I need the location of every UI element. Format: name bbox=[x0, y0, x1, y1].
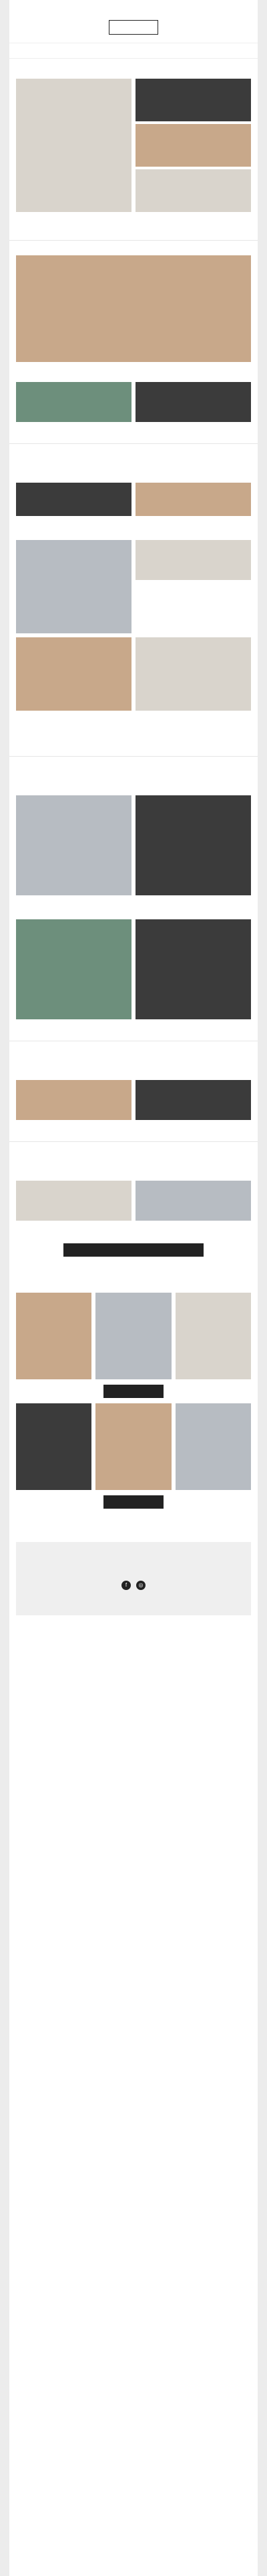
contact-hours bbox=[23, 1570, 244, 1575]
hero-model-image[interactable] bbox=[16, 79, 131, 212]
footer-link[interactable] bbox=[19, 1519, 248, 1525]
model-image[interactable] bbox=[16, 919, 131, 1019]
footer-link[interactable] bbox=[19, 1525, 248, 1530]
product-caption bbox=[136, 580, 251, 597]
men-cta-button[interactable] bbox=[103, 1495, 164, 1509]
facebook-icon[interactable]: f bbox=[121, 1581, 131, 1590]
section-intro bbox=[9, 459, 258, 483]
section-intro bbox=[9, 1056, 258, 1080]
product-caption bbox=[9, 895, 258, 919]
shoe-image[interactable] bbox=[136, 169, 251, 212]
product-caption bbox=[9, 728, 258, 752]
browser-view-link[interactable] bbox=[9, 0, 258, 12]
section-heading bbox=[9, 443, 258, 459]
legal-line[interactable] bbox=[19, 1642, 248, 1647]
product-image[interactable] bbox=[16, 382, 131, 422]
product-image[interactable] bbox=[16, 637, 131, 711]
section-intro bbox=[9, 1157, 258, 1181]
product-image[interactable] bbox=[16, 1181, 131, 1221]
shoe-image[interactable] bbox=[136, 124, 251, 167]
product-caption bbox=[16, 1221, 131, 1238]
women-cta-button[interactable] bbox=[103, 1385, 164, 1398]
newsletter-page: f ◎ bbox=[9, 0, 258, 2576]
section-intro bbox=[9, 771, 258, 795]
legal-line bbox=[19, 1631, 248, 1637]
product-caption bbox=[136, 1120, 251, 1137]
legal-line bbox=[19, 1626, 248, 1631]
logo-wordmark bbox=[109, 20, 158, 35]
shoe-image[interactable] bbox=[136, 79, 251, 121]
instagram-icon[interactable]: ◎ bbox=[136, 1581, 146, 1590]
fashion-image[interactable] bbox=[95, 1403, 172, 1490]
legal-footer bbox=[9, 1615, 258, 1653]
product-caption bbox=[9, 516, 258, 540]
model-image[interactable] bbox=[16, 795, 131, 895]
section-heading bbox=[9, 1041, 258, 1056]
product-caption bbox=[16, 711, 131, 728]
brand-logo[interactable] bbox=[9, 12, 258, 43]
fashion-heading bbox=[9, 1262, 258, 1282]
contact-title bbox=[23, 1549, 244, 1557]
product-image[interactable] bbox=[136, 382, 251, 422]
fashion-image[interactable] bbox=[95, 1293, 172, 1379]
fashion-image[interactable] bbox=[175, 1293, 251, 1379]
product-caption bbox=[136, 1019, 251, 1037]
product-caption bbox=[136, 711, 251, 728]
model-image[interactable] bbox=[16, 540, 131, 633]
section-heading bbox=[9, 756, 258, 771]
product-caption bbox=[136, 1221, 251, 1238]
product-image[interactable] bbox=[136, 637, 251, 711]
shop-cta-button[interactable] bbox=[63, 1243, 204, 1257]
hero-images bbox=[9, 79, 258, 212]
fashion-image[interactable] bbox=[175, 1403, 251, 1490]
product-image[interactable] bbox=[136, 540, 251, 580]
hero-heading bbox=[9, 59, 258, 79]
product-image[interactable] bbox=[136, 795, 251, 895]
fashion-subheading bbox=[9, 1282, 258, 1293]
section-heading bbox=[9, 1141, 258, 1157]
product-image[interactable] bbox=[16, 483, 131, 516]
product-caption bbox=[16, 1019, 131, 1037]
fashion-image[interactable] bbox=[16, 1293, 92, 1379]
contact-phone[interactable] bbox=[23, 1559, 244, 1569]
hero-text bbox=[9, 212, 258, 236]
product-image[interactable] bbox=[136, 1181, 251, 1221]
fashion-image[interactable] bbox=[16, 1403, 92, 1490]
main-nav bbox=[9, 43, 258, 59]
product-image[interactable] bbox=[136, 919, 251, 1019]
feature-image[interactable] bbox=[16, 255, 251, 362]
product-image[interactable] bbox=[136, 1080, 251, 1120]
contact-box: f ◎ bbox=[16, 1542, 251, 1615]
legal-line bbox=[19, 1621, 248, 1626]
product-image[interactable] bbox=[136, 483, 251, 516]
product-caption bbox=[16, 1120, 131, 1137]
product-image[interactable] bbox=[16, 1080, 131, 1120]
section-heading bbox=[9, 240, 258, 255]
legal-line bbox=[19, 1637, 248, 1642]
